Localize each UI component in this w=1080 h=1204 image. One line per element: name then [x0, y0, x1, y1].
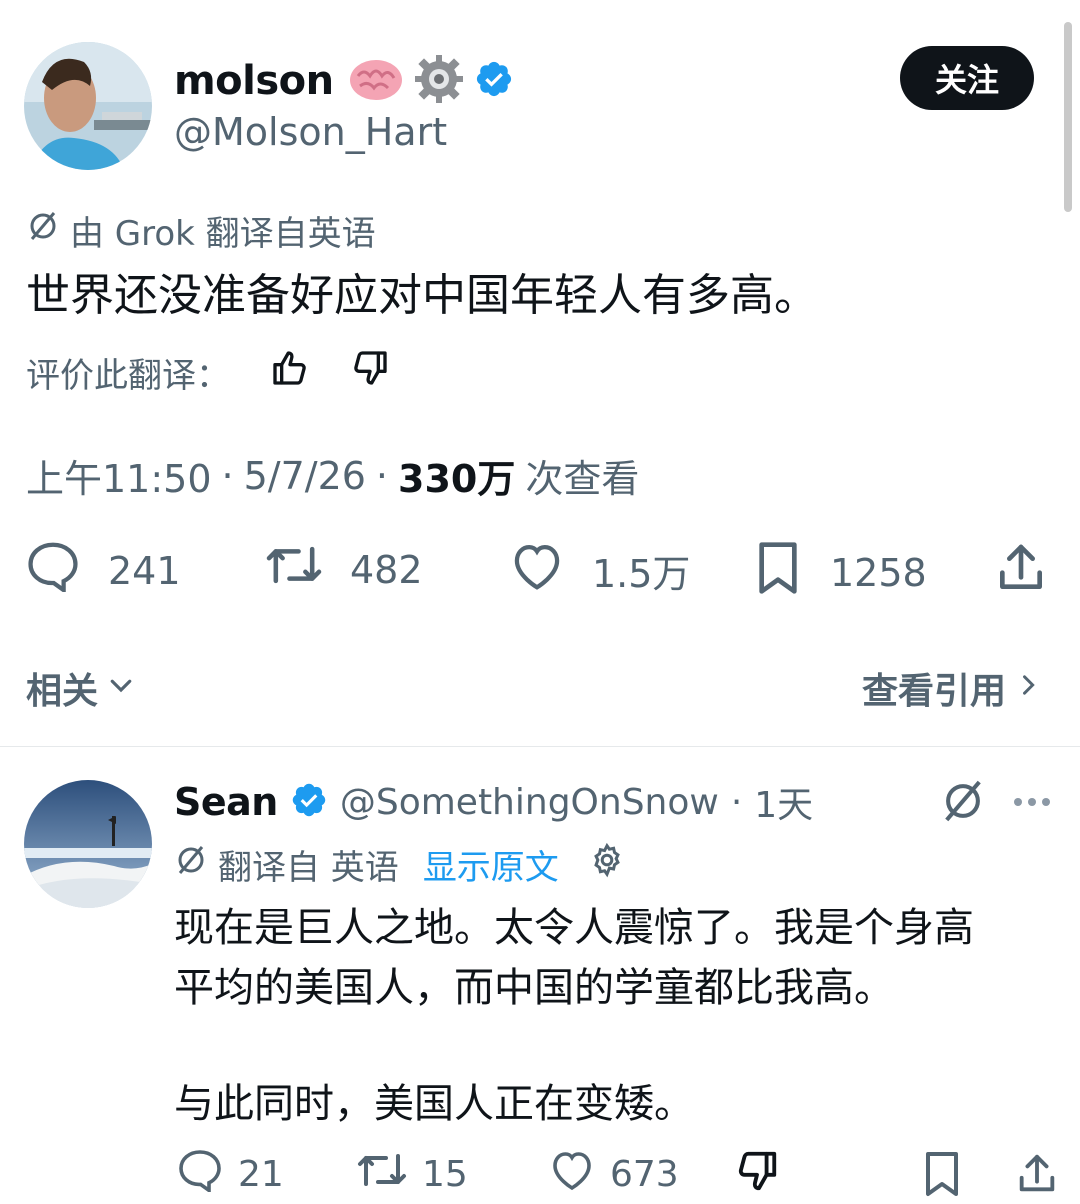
reply-like-action[interactable]: 673 [548, 1148, 679, 1201]
like-action[interactable]: 1.5万 [508, 540, 690, 601]
view-quotes-label: 查看引用 [862, 671, 1007, 712]
translate-icon [174, 843, 208, 886]
divider [0, 746, 1080, 747]
reply-icon [176, 1148, 224, 1201]
rate-translation-label: 评价此翻译： [26, 356, 230, 396]
bookmark-count: 1258 [830, 550, 927, 595]
bookmark-icon[interactable] [920, 1150, 964, 1202]
retweet-count: 15 [422, 1154, 468, 1195]
translate-icon [26, 209, 60, 252]
share-icon[interactable] [1014, 1150, 1060, 1202]
scrollbar[interactable] [1064, 22, 1072, 212]
bookmark-action[interactable]: 1258 [752, 540, 927, 605]
settings-icon[interactable] [589, 842, 625, 887]
retweet-count: 482 [350, 547, 423, 592]
share-icon[interactable] [992, 540, 1050, 600]
like-icon [548, 1148, 596, 1201]
reply-header: Sean @SomethingOnSnow · 1天 [174, 776, 813, 828]
reply-translation-note: 翻译自 英语 显示原文 [174, 840, 625, 889]
tweet-text: 世界还没准备好应对中国年轻人有多高。 [26, 270, 818, 321]
view-count: 330万 [398, 457, 516, 501]
verified-badge-icon [290, 781, 328, 823]
translation-note-text: 由 Grok 翻译自英语 [70, 214, 376, 254]
author-name[interactable]: molson [174, 58, 334, 104]
reply-handle[interactable]: @SomethingOnSnow [340, 782, 719, 823]
separator: · [730, 781, 743, 823]
reply-avatar[interactable] [24, 780, 152, 908]
reply-text-line: 平均的美国人，而中国的学童都比我高。 [174, 965, 894, 1011]
bookmark-icon [752, 540, 804, 605]
thumbs-down-icon[interactable] [350, 348, 390, 397]
chevron-down-icon [106, 668, 136, 709]
follow-button[interactable]: 关注 [900, 46, 1034, 110]
reply-count: 21 [238, 1154, 284, 1195]
thumbs-up-icon[interactable] [270, 348, 310, 397]
tweet-time[interactable]: 上午11:50 [26, 448, 212, 503]
reply-age[interactable]: 1天 [754, 776, 813, 828]
like-count: 673 [610, 1154, 679, 1195]
gear-icon [414, 54, 464, 108]
reply-count: 241 [108, 548, 181, 593]
author-handle[interactable]: @Molson_Hart [174, 110, 447, 154]
retweet-icon [264, 540, 324, 599]
separator: · [221, 453, 234, 498]
like-count: 1.5万 [592, 552, 691, 596]
reply-icon [24, 540, 82, 601]
show-original-link[interactable]: 显示原文 [423, 840, 559, 889]
reply-retweet-action[interactable]: 15 [356, 1148, 468, 1201]
author-name-row: molson [174, 54, 514, 108]
brain-icon [348, 56, 404, 106]
reply-translation-text: 翻译自 英语 [218, 848, 399, 888]
verified-badge-icon [474, 59, 514, 103]
tweet-meta: 上午11:50 · 5/7/26 · 330万 次查看 [26, 448, 639, 503]
reply-text: 现在是巨人之地。太令人震惊了。我是个身高 平均的美国人，而中国的学童都比我高。 … [174, 898, 1054, 1134]
chevron-right-icon [1014, 668, 1042, 709]
retweet-action[interactable]: 482 [264, 540, 423, 599]
reply-action[interactable]: 241 [24, 540, 181, 601]
related-label: 相关 [26, 671, 99, 712]
thumbs-down-icon[interactable] [734, 1148, 780, 1198]
reply-reply-action[interactable]: 21 [176, 1148, 284, 1201]
view-count-label: 次查看 [525, 457, 640, 501]
rate-translation: 评价此翻译： [26, 348, 390, 397]
view-quotes-link[interactable]: 查看引用 [862, 662, 1042, 714]
author-avatar[interactable] [24, 42, 152, 170]
retweet-icon [356, 1148, 408, 1201]
reply-text-line: 现在是巨人之地。太令人震惊了。我是个身高 [174, 905, 974, 951]
separator: · [375, 453, 389, 498]
tweet-date[interactable]: 5/7/26 [244, 454, 366, 498]
more-icon[interactable] [1012, 794, 1052, 813]
related-toggle[interactable]: 相关 [26, 662, 136, 714]
like-icon [508, 540, 566, 601]
reply-author-name[interactable]: Sean [174, 780, 278, 824]
translate-icon[interactable] [940, 778, 986, 828]
translation-note: 由 Grok 翻译自英语 [26, 206, 376, 255]
reply-text-line: 与此同时，美国人正在变矮。 [174, 1081, 694, 1127]
